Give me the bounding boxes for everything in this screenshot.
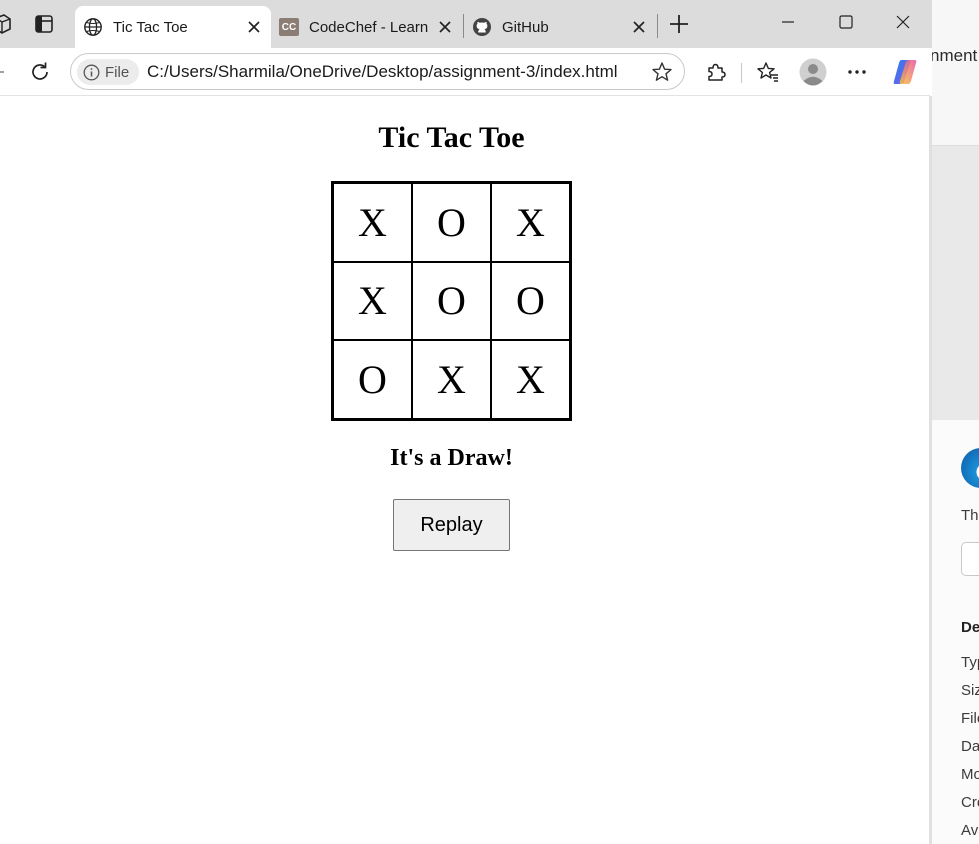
- close-tab-icon[interactable]: [436, 18, 454, 36]
- detail-label: Cre: [961, 794, 979, 811]
- board-cell[interactable]: X: [333, 183, 412, 262]
- board-cell[interactable]: X: [491, 183, 570, 262]
- globe-icon: [83, 17, 103, 37]
- board-cell[interactable]: X: [333, 261, 412, 341]
- close-tab-icon[interactable]: [630, 18, 648, 36]
- page-viewport: Tic Tac Toe X O X X O O O X X It's a Dra…: [0, 96, 929, 844]
- site-info-button[interactable]: File: [77, 59, 139, 85]
- info-icon: [83, 64, 100, 81]
- board-cell[interactable]: O: [412, 183, 491, 262]
- side-pane-header-text: nment: [932, 46, 978, 65]
- toolbar: File C:/Users/Sharmila/OneDrive/Desktop/…: [0, 48, 932, 96]
- side-pane-section-title: De: [961, 619, 979, 636]
- refresh-icon[interactable]: [28, 60, 52, 84]
- maximize-icon[interactable]: [836, 12, 856, 32]
- workspaces-icon[interactable]: [0, 13, 12, 35]
- url-text[interactable]: C:/Users/Sharmila/OneDrive/Desktop/assig…: [147, 62, 618, 82]
- board-cell[interactable]: O: [333, 340, 412, 419]
- more-options-icon[interactable]: [846, 62, 868, 82]
- detail-label: Siz: [961, 682, 979, 699]
- profile-avatar-icon[interactable]: [799, 58, 827, 86]
- tab-title: Tic Tac Toe: [113, 18, 188, 36]
- replay-button[interactable]: Replay: [393, 499, 510, 551]
- game-status: It's a Draw!: [390, 445, 513, 471]
- tab-github[interactable]: GitHub: [464, 6, 656, 48]
- detail-label: Ava: [961, 822, 979, 839]
- board-cell[interactable]: X: [412, 340, 491, 419]
- detail-label: Da: [961, 738, 979, 755]
- tab-separator: [657, 14, 658, 38]
- close-tab-icon[interactable]: [245, 18, 263, 36]
- address-bar[interactable]: File C:/Users/Sharmila/OneDrive/Desktop/…: [70, 53, 685, 90]
- close-window-icon[interactable]: [893, 12, 913, 32]
- copilot-icon[interactable]: [890, 57, 920, 87]
- tab-tic-tac-toe[interactable]: Tic Tac Toe: [75, 6, 271, 48]
- detail-label: Typ: [961, 654, 979, 671]
- board-cell[interactable]: O: [412, 261, 491, 341]
- favorite-star-icon[interactable]: [650, 60, 674, 84]
- detail-label: Mo: [961, 766, 979, 783]
- back-arrow-icon[interactable]: [0, 62, 8, 82]
- toolbar-separator: [741, 63, 742, 83]
- minimize-icon[interactable]: [778, 12, 798, 32]
- side-pane: nment Thi De Typ Siz File Da Mo Cre Ava: [932, 0, 979, 844]
- game-title: Tic Tac Toe: [378, 121, 525, 154]
- side-pane-preview: [932, 146, 979, 420]
- tab-title: CodeChef - Learn: [309, 18, 429, 36]
- new-tab-icon[interactable]: [668, 13, 690, 35]
- tab-codechef[interactable]: CC CodeChef - Learn: [271, 6, 462, 48]
- extensions-icon[interactable]: [704, 60, 728, 84]
- side-pane-header: nment: [932, 0, 979, 146]
- tab-title: GitHub: [502, 18, 549, 36]
- favorites-icon[interactable]: [756, 60, 780, 84]
- tab-actions-icon[interactable]: [34, 14, 54, 34]
- side-pane-button[interactable]: [961, 542, 979, 576]
- detail-label: File: [961, 710, 979, 727]
- side-pane-snippet: Thi: [961, 507, 979, 524]
- board-cell[interactable]: O: [491, 261, 570, 341]
- codechef-icon: CC: [279, 18, 299, 36]
- game-board: X O X X O O O X X: [331, 181, 572, 421]
- board-cell[interactable]: X: [491, 340, 570, 419]
- tab-bar: Tic Tac Toe CC CodeChef - Learn GitHub: [0, 0, 932, 48]
- scheme-label: File: [105, 63, 130, 81]
- github-icon: [472, 17, 492, 37]
